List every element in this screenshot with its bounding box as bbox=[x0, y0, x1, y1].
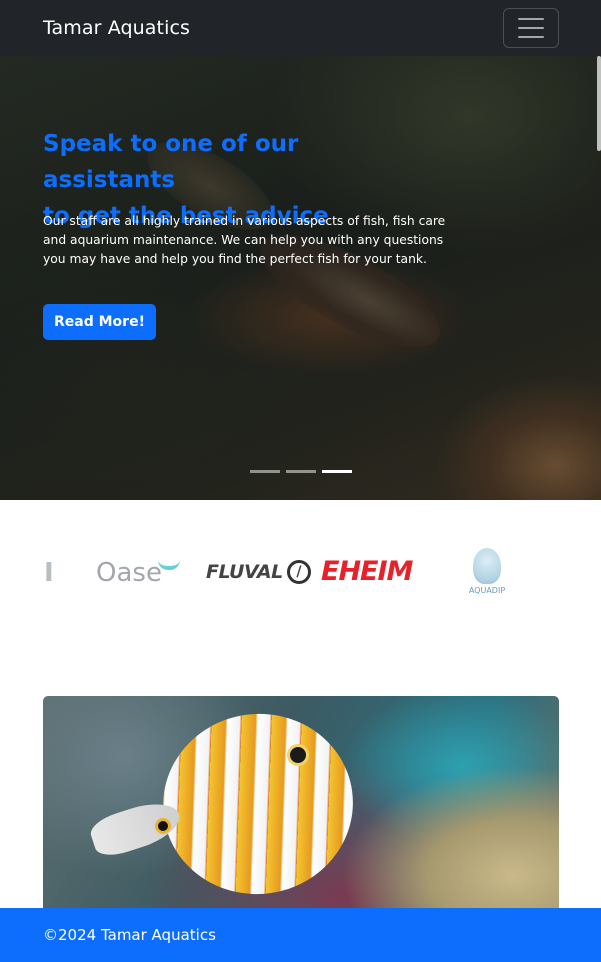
hamburger-icon-bar bbox=[518, 27, 544, 29]
carousel-indicators bbox=[250, 470, 352, 473]
butterflyfish-body bbox=[151, 701, 365, 907]
partial-logo: I bbox=[44, 558, 54, 588]
oase-logo-text: Oase bbox=[96, 558, 162, 588]
fluval-logo: FLUVAL / bbox=[206, 560, 311, 584]
hero-title-line1: Speak to one of our assistants bbox=[43, 131, 299, 193]
eheim-logo: EHEIM bbox=[321, 556, 413, 587]
butterflyfish-card-image bbox=[43, 696, 559, 926]
hamburger-icon bbox=[518, 18, 544, 20]
hero-carousel: Speak to one of our assistants to get th… bbox=[0, 56, 601, 500]
scrollbar-thumb[interactable] bbox=[597, 56, 601, 151]
read-more-button[interactable]: Read More! bbox=[43, 304, 156, 340]
navbar: Tamar Aquatics bbox=[0, 0, 601, 56]
fluval-logo-text: FLUVAL bbox=[206, 561, 283, 583]
butterflyfish-eye bbox=[155, 818, 171, 834]
carousel-indicator-3[interactable] bbox=[322, 470, 352, 473]
navbar-brand[interactable]: Tamar Aquatics bbox=[43, 17, 190, 39]
carousel-indicator-2[interactable] bbox=[286, 470, 316, 473]
partial-logo-text: I bbox=[44, 558, 54, 588]
oase-logo: Oase bbox=[96, 558, 180, 588]
aquadip-logo-text: AQUADIP bbox=[468, 586, 506, 595]
hero-overlay bbox=[0, 56, 601, 500]
footer: ©2024 Tamar Aquatics bbox=[0, 908, 601, 962]
hamburger-icon-bar bbox=[518, 36, 544, 38]
carousel-indicator-1[interactable] bbox=[250, 470, 280, 473]
aquadip-mascot-icon bbox=[473, 548, 501, 584]
footer-copyright: ©2024 Tamar Aquatics bbox=[43, 926, 216, 944]
navbar-toggler-button[interactable] bbox=[503, 8, 559, 48]
hero-description: Our staff are all highly trained in vari… bbox=[43, 214, 446, 266]
eheim-logo-text: EHEIM bbox=[321, 556, 413, 587]
butterflyfish-eyespot bbox=[287, 744, 309, 766]
aquadip-logo: AQUADIP bbox=[463, 548, 511, 600]
brand-logos-strip: I Oase FLUVAL / EHEIM AQUADIP bbox=[0, 520, 601, 630]
fluval-ring-icon: / bbox=[286, 560, 311, 584]
